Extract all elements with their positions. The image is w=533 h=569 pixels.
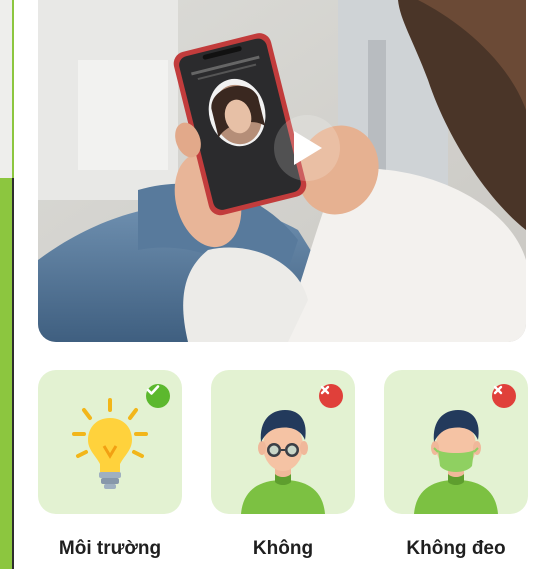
requirement-card-no-mask — [384, 370, 528, 514]
play-icon — [294, 131, 322, 165]
cross-badge-icon — [319, 384, 343, 408]
video-illustration — [38, 0, 526, 342]
cross-badge-icon — [492, 384, 516, 408]
sidebar-top-panel — [0, 0, 14, 178]
tutorial-video-thumbnail[interactable] — [38, 0, 526, 342]
check-badge-icon — [146, 384, 170, 408]
requirement-card-no-glasses — [211, 370, 355, 514]
play-button[interactable] — [274, 115, 340, 181]
requirement-label-no-glasses: Không — [252, 538, 314, 559]
sidebar-bottom-panel — [0, 178, 14, 569]
requirement-label-no-mask: Không đeo — [406, 538, 506, 559]
requirement-card-environment — [38, 370, 182, 514]
requirement-label-environment: Môi trường — [58, 538, 162, 559]
